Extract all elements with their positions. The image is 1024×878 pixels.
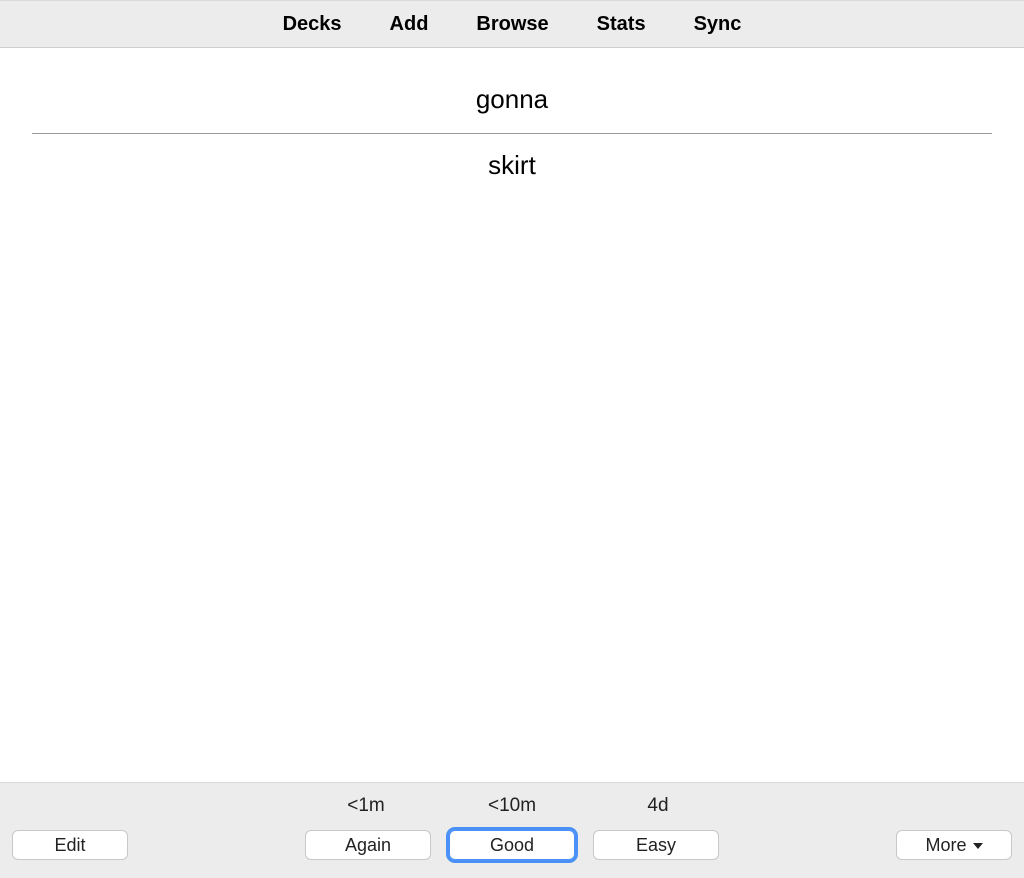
again-button[interactable]: Again [305,830,431,860]
chevron-down-icon [973,843,983,849]
interval-easy: 4d [585,795,731,817]
answer-button-row: Again Good Easy [0,830,1024,860]
toolbar-decks[interactable]: Decks [283,13,342,36]
main-toolbar: Decks Add Browse Stats Sync [0,0,1024,48]
easy-button[interactable]: Easy [593,830,719,860]
interval-again: <1m [293,795,439,817]
toolbar-stats[interactable]: Stats [597,13,646,36]
toolbar-add[interactable]: Add [390,13,429,36]
card-review-area: gonna skirt [0,48,1024,782]
more-button[interactable]: More [896,830,1012,860]
toolbar-browse[interactable]: Browse [476,13,548,36]
card-back-text: skirt [32,134,992,181]
interval-row: <1m <10m 4d [0,795,1024,817]
more-button-label: More [925,835,966,856]
bottom-bar: <1m <10m 4d Edit Again Good Easy More [0,782,1024,878]
interval-good: <10m [439,795,585,817]
toolbar-sync[interactable]: Sync [694,13,742,36]
card-front-text: gonna [32,84,992,133]
good-button[interactable]: Good [449,830,575,860]
